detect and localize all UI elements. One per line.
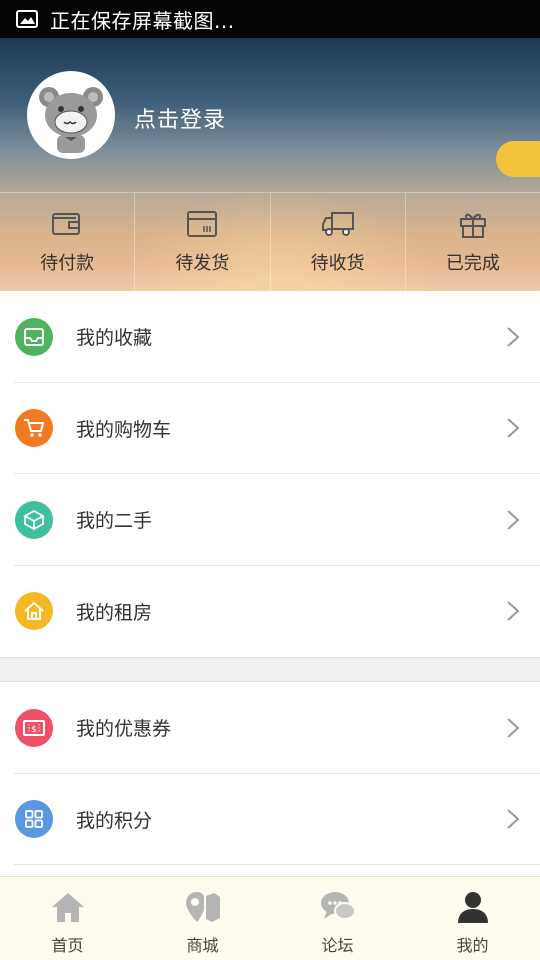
status-notification: 正在保存屏幕截图... (50, 8, 235, 33)
truck-icon (321, 212, 354, 236)
menu-item-label: 我的积分 (76, 809, 153, 832)
order-label: 待发货 (175, 253, 230, 274)
package-icon (187, 211, 218, 237)
gift-icon (459, 213, 486, 238)
order-pending-payment[interactable]: 待付款 (0, 193, 136, 291)
menu-item-label: 我的购物车 (76, 418, 172, 441)
chevron-right-icon (507, 418, 520, 438)
user-icon (457, 892, 488, 923)
section-divider (0, 657, 540, 682)
chevron-right-icon (507, 601, 520, 621)
grid-icon (15, 800, 53, 839)
tab-home[interactable]: 首页 (0, 877, 135, 960)
svg-text:$: $ (31, 725, 37, 735)
login-prompt[interactable]: 点击登录 (134, 102, 226, 134)
chevron-right-icon (507, 718, 520, 738)
tab-label: 首页 (51, 936, 84, 955)
wallet-icon (52, 213, 81, 235)
avatar[interactable] (27, 71, 115, 159)
coupon-icon: $ (15, 708, 53, 747)
menu-item-label: 我的收藏 (76, 327, 153, 350)
bear-avatar-icon (39, 87, 103, 153)
menu-item-label: 我的优惠券 (76, 718, 172, 741)
menu-item-favorites[interactable]: 我的收藏 (0, 291, 540, 383)
profile-header: 点击登录 待付款 待发货 待收货 已完成 (0, 38, 540, 291)
order-label: 已完成 (445, 253, 500, 274)
order-label: 待付款 (40, 253, 95, 274)
tab-mall[interactable]: 商城 (135, 877, 270, 960)
order-pending-receipt[interactable]: 待收货 (271, 193, 406, 291)
chat-icon (320, 892, 356, 920)
order-status-bar: 待付款 待发货 待收货 已完成 (0, 192, 540, 291)
menu-item-label: 我的租房 (76, 601, 153, 624)
menu-item-rental[interactable]: 我的租房 (0, 566, 540, 658)
tab-label: 我的 (456, 936, 489, 955)
order-label: 待收货 (310, 253, 365, 274)
chevron-right-icon (507, 510, 520, 530)
menu-item-points[interactable]: 我的积分 (0, 774, 540, 865)
inbox-icon (15, 317, 53, 356)
box-icon (15, 500, 53, 539)
accent-pill-button[interactable] (496, 141, 540, 177)
order-pending-shipment[interactable]: 待发货 (135, 193, 271, 291)
tab-mine[interactable]: 我的 (405, 877, 540, 960)
menu-item-label: 我的二手 (76, 510, 153, 533)
tab-label: 商城 (186, 936, 219, 955)
tab-forum[interactable]: 论坛 (270, 877, 405, 960)
cart-icon (15, 409, 53, 448)
home-icon (51, 893, 84, 922)
bottom-tab-bar: 首页 商城 论坛 我的 (0, 876, 540, 960)
menu-group-secondary: $ 我的优惠券 我的积分 (0, 682, 540, 876)
image-icon (16, 10, 38, 28)
menu-item-secondhand[interactable]: 我的二手 (0, 474, 540, 566)
chevron-right-icon (507, 327, 520, 347)
menu-item-cart[interactable]: 我的购物车 (0, 383, 540, 474)
menu-group-primary: 我的收藏 我的购物车 我的二手 我的租房 (0, 291, 540, 657)
menu-item-coupons[interactable]: $ 我的优惠券 (0, 682, 540, 774)
map-pin-icon (185, 892, 220, 922)
tab-label: 论坛 (321, 936, 354, 955)
status-bar: 正在保存屏幕截图... (0, 0, 540, 38)
chevron-right-icon (507, 809, 520, 829)
order-completed[interactable]: 已完成 (406, 193, 540, 291)
house-icon (15, 592, 53, 631)
